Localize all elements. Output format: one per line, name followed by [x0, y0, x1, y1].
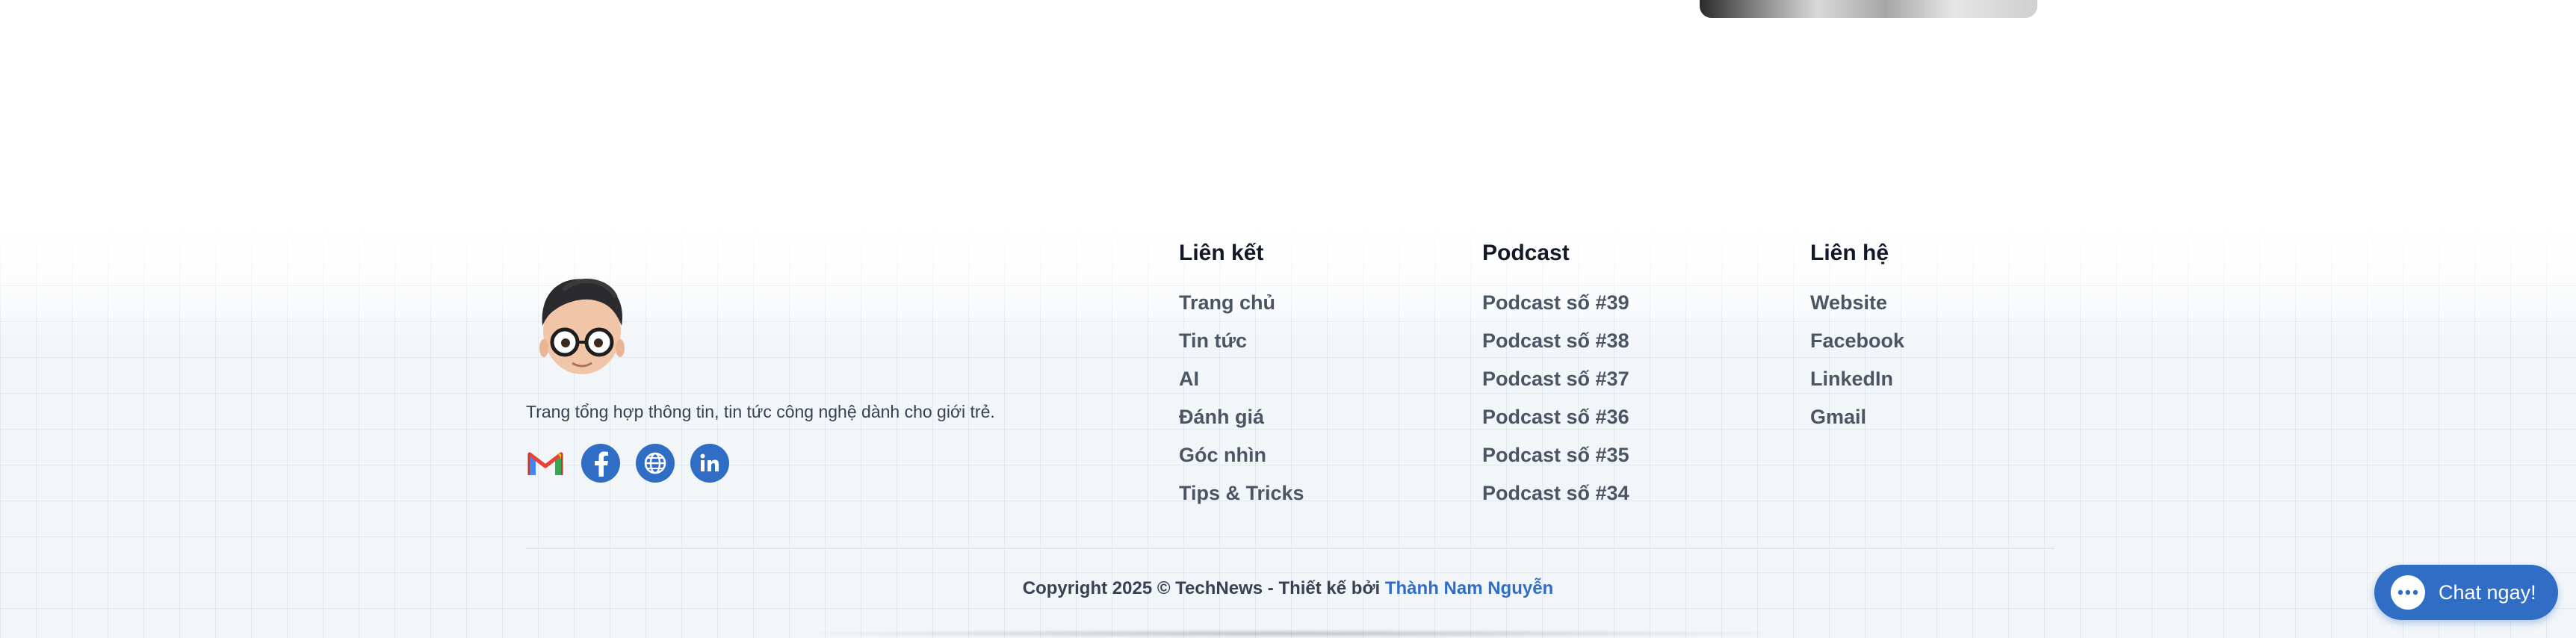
footer-link-gmail[interactable]: Gmail [1810, 406, 1866, 429]
footer-link-podcast-38[interactable]: Podcast số #38 [1482, 329, 1629, 353]
avatar [539, 278, 625, 374]
footer-link-facebook[interactable]: Facebook [1810, 329, 1904, 353]
site-tagline: Trang tổng hợp thông tin, tin tức công n… [526, 402, 995, 421]
site-footer [0, 214, 2576, 638]
footer-link-website[interactable]: Website [1810, 291, 1887, 315]
column-title-lien-he: Liên hệ [1810, 241, 1889, 265]
linkedin-icon[interactable] [690, 444, 729, 483]
footer-link-podcast-37[interactable]: Podcast số #37 [1482, 368, 1629, 391]
footer-link-podcast-35[interactable]: Podcast số #35 [1482, 444, 1629, 467]
footer-link-tin-tuc[interactable]: Tin tức [1179, 329, 1247, 353]
footer-link-tips-tricks[interactable]: Tips & Tricks [1179, 482, 1304, 505]
chat-now-button[interactable]: Chat ngay! [2374, 565, 2558, 620]
footer-link-podcast-39[interactable]: Podcast số #39 [1482, 291, 1629, 315]
footer-link-danh-gia[interactable]: Đánh giá [1179, 406, 1264, 429]
copyright: Copyright 2025 © TechNews - Thiết kế bởi… [0, 578, 2576, 599]
footer-link-trang-chu[interactable]: Trang chủ [1179, 291, 1275, 315]
globe-icon[interactable] [636, 444, 675, 483]
article-thumbnail-image[interactable] [1700, 0, 2037, 18]
footer-divider [526, 548, 2055, 549]
author-link[interactable]: Thành Nam Nguyễn [1385, 578, 1553, 598]
chat-bubble-icon [2391, 575, 2425, 610]
footer-link-podcast-34[interactable]: Podcast số #34 [1482, 482, 1629, 505]
chat-label: Chat ngay! [2439, 580, 2536, 604]
copyright-text: Copyright 2025 © TechNews - Thiết kế bởi [1022, 578, 1381, 598]
facebook-icon[interactable] [581, 444, 620, 483]
column-title-podcast: Podcast [1482, 241, 1570, 265]
footer-link-ai[interactable]: AI [1179, 368, 1199, 391]
bottom-edge-shadow [777, 629, 1801, 638]
column-title-lien-ket: Liên kết [1179, 241, 1264, 265]
footer-link-goc-nhin[interactable]: Góc nhìn [1179, 444, 1266, 467]
footer-link-podcast-36[interactable]: Podcast số #36 [1482, 406, 1629, 429]
gmail-icon[interactable] [526, 444, 565, 483]
footer-link-linkedin[interactable]: LinkedIn [1810, 368, 1893, 391]
